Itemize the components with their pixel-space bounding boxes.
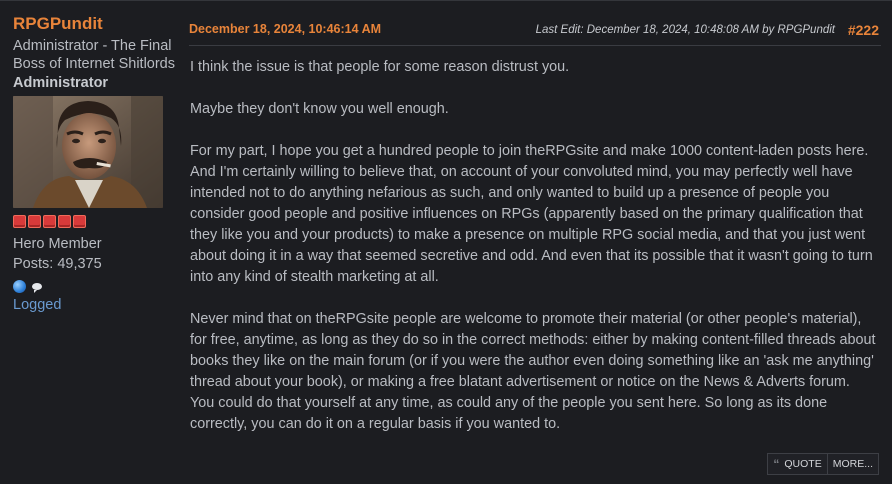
poster-title: Administrator - The Final Boss of Intern… xyxy=(13,38,175,72)
member-rank: Hero Member xyxy=(13,236,102,252)
poster-group: Administrator xyxy=(13,75,109,91)
quote-button[interactable]: “ QUOTE xyxy=(767,453,828,475)
post-paragraph: Maybe they don't know you well enough. xyxy=(190,101,449,117)
post-date[interactable]: December 18, 2024, 10:46:14 AM xyxy=(189,22,381,36)
quote-icon: “ xyxy=(773,457,780,471)
poster-info: RPGPundit Administrator - The Final Boss… xyxy=(13,13,178,313)
rank-star-icon xyxy=(13,215,26,228)
avatar-image xyxy=(13,96,163,208)
rank-star-icon xyxy=(28,215,41,228)
post-header: December 18, 2024, 10:46:14 AM Last Edit… xyxy=(189,15,881,46)
more-label: MORE... xyxy=(832,458,873,470)
last-edit: Last Edit: December 18, 2024, 10:48:08 A… xyxy=(535,24,835,36)
rank-stars xyxy=(13,215,178,231)
top-divider xyxy=(0,0,892,1)
logged-status: Logged xyxy=(13,297,62,313)
poster-name[interactable]: RPGPundit xyxy=(13,13,178,35)
globe-icon[interactable] xyxy=(13,279,26,293)
post-actions: “ QUOTE MORE... xyxy=(767,453,879,475)
poster-icons xyxy=(13,277,178,295)
rank-star-icon xyxy=(43,215,56,228)
post-paragraph: For my part, I hope you get a hundred pe… xyxy=(190,143,873,285)
chat-bubble-icon[interactable] xyxy=(32,282,42,293)
post-count: Posts: 49,375 xyxy=(13,256,102,272)
rank-star-icon xyxy=(58,215,71,228)
post-body: I think the issue is that people for som… xyxy=(190,57,876,456)
post-paragraph: Never mind that on theRPGsite people are… xyxy=(190,311,876,432)
post-number[interactable]: #222 xyxy=(848,22,879,38)
more-button[interactable]: MORE... xyxy=(827,453,879,475)
avatar xyxy=(13,96,163,208)
rank-star-icon xyxy=(73,215,86,228)
quote-label: QUOTE xyxy=(784,458,822,470)
post-paragraph: I think the issue is that people for som… xyxy=(190,59,570,75)
